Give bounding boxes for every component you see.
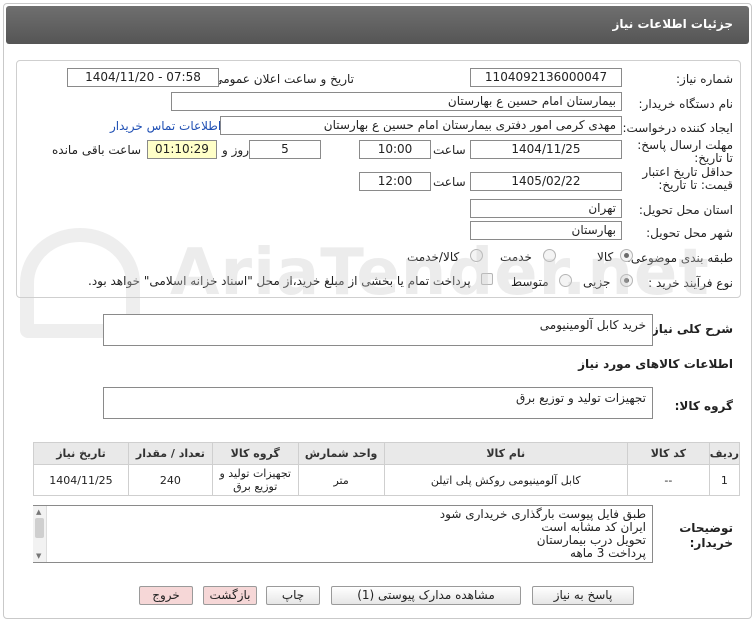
category-goods-radio[interactable] (620, 249, 633, 262)
category-goods-label: کالا (597, 250, 614, 264)
items-table: ردیف کد کالا نام کالا واحد شمارش گروه کا… (33, 442, 741, 496)
province-field: تهران (470, 199, 622, 218)
city-field: بهارستان (470, 221, 622, 240)
purchase-type-label: نوع فرآیند خرید : (648, 276, 733, 290)
city-label: شهر محل تحویل: (646, 226, 733, 240)
back-button[interactable]: بازگشت (203, 586, 257, 605)
page-title: جزئیات اطلاعات نیاز (612, 17, 733, 31)
reply-button[interactable]: پاسخ به نیاز (532, 586, 634, 605)
cell-unit: متر (297, 464, 385, 496)
table-header-row: ردیف کد کالا نام کالا واحد شمارش گروه کا… (33, 442, 741, 465)
cell-group: تجهیزات تولید و توزیع برق (211, 464, 299, 496)
announce-label: تاریخ و ساعت اعلان عمومی: (209, 72, 354, 86)
announce-field: 1404/11/20 - 07:58 (67, 68, 219, 87)
contact-buyer-link[interactable]: اطلاعات تماس خریدار (110, 119, 221, 133)
validity-time-label: ساعت (433, 175, 466, 189)
remaining-time-field: 01:10:29 (147, 140, 217, 159)
cell-name: کابل آلومینیومی روکش پلی اتیلن (383, 464, 628, 496)
scroll-down-icon[interactable]: ▼ (36, 552, 41, 560)
category-both-radio[interactable] (470, 249, 483, 262)
scroll-thumb[interactable] (35, 518, 44, 538)
purchase-minor-radio[interactable] (620, 274, 633, 287)
purchase-medium-radio[interactable] (559, 274, 572, 287)
buyer-note-line: پرداخت 3 ماهه (570, 546, 646, 560)
deadline-time-label: ساعت (433, 143, 466, 157)
validity-date-field: 1405/02/22 (470, 172, 622, 191)
print-button[interactable]: چاپ (266, 586, 320, 605)
table-row[interactable]: 1 -- کابل آلومینیومی روکش پلی اتیلن متر … (33, 464, 741, 496)
buyer-label: نام دستگاه خریدار: (638, 97, 734, 111)
goods-group-field: تجهیزات تولید و توزیع برق (103, 387, 653, 419)
col-name-header: نام کالا (383, 442, 628, 465)
col-group-header: گروه کالا (211, 442, 299, 465)
purchase-minor-label: جزیی (583, 275, 611, 289)
cell-date: 1404/11/25 (33, 464, 129, 496)
deadline-time-field: 10:00 (359, 140, 431, 159)
cell-qty: 240 (127, 464, 213, 496)
treasury-payment-checkbox[interactable] (481, 273, 493, 285)
remaining-label: ساعت باقی مانده (52, 143, 142, 157)
col-code-header: کد کالا (626, 442, 710, 465)
scroll-up-icon[interactable]: ▲ (36, 508, 41, 516)
category-label: طبقه بندی موضوعی: (626, 251, 733, 265)
province-label: استان محل تحویل: (638, 203, 733, 217)
buyer-notes-label: توضیحات خریدار: (679, 521, 733, 550)
col-qty-header: تعداد / مقدار (127, 442, 213, 465)
creator-label: ایجاد کننده درخواست: (622, 121, 733, 135)
purchase-medium-label: متوسط (511, 275, 549, 289)
col-date-header: تاریخ نیاز (33, 442, 129, 465)
goods-group-label: گروه کالا: (674, 399, 733, 413)
category-service-label: خدمت (500, 250, 532, 264)
title-bar: جزئیات اطلاعات نیاز (6, 6, 749, 44)
buyer-notes-field[interactable]: طبق فایل پیوست بارگذاری خریداری شود ایرا… (33, 505, 653, 563)
creator-field: مهدی کرمی امور دفتری بیمارستان امام حسین… (220, 116, 622, 135)
buyer-note-line: تحویل درب بیمارستان (536, 533, 646, 547)
validity-label: حداقل تاریخ اعتبار قیمت: تا تاریخ: (642, 165, 733, 192)
description-label: شرح کلی نیاز: (647, 322, 733, 336)
goods-info-title: اطلاعات کالاهای مورد نیاز (578, 357, 733, 371)
cell-code: -- (626, 464, 710, 496)
deadline-label: مهلت ارسال پاسخ: تا تاریخ: (637, 138, 733, 165)
validity-time-field: 12:00 (359, 172, 431, 191)
col-unit-header: واحد شمارش (297, 442, 385, 465)
category-service-radio[interactable] (543, 249, 556, 262)
attachments-button[interactable]: مشاهده مدارک پیوستی (1) (331, 586, 521, 605)
exit-button[interactable]: خروج (139, 586, 193, 605)
days-field: 5 (249, 140, 321, 159)
need-number-label: شماره نیاز: (676, 72, 733, 86)
buyer-field: بیمارستان امام حسین ع بهارستان (171, 92, 622, 111)
col-row-header: ردیف (708, 442, 741, 465)
days-label: روز و (222, 143, 249, 157)
cell-row: 1 (708, 464, 741, 496)
need-number-field: 1104092136000047 (470, 68, 622, 87)
description-field: خرید کابل آلومینیومی (103, 314, 653, 346)
treasury-payment-note: پرداخت تمام یا بخشی از مبلغ خرید،از محل … (88, 274, 471, 288)
deadline-date-field: 1404/11/25 (470, 140, 622, 159)
category-both-label: کالا/خدمت (407, 250, 460, 264)
notes-scrollbar[interactable]: ▲ ▼ (33, 506, 47, 562)
